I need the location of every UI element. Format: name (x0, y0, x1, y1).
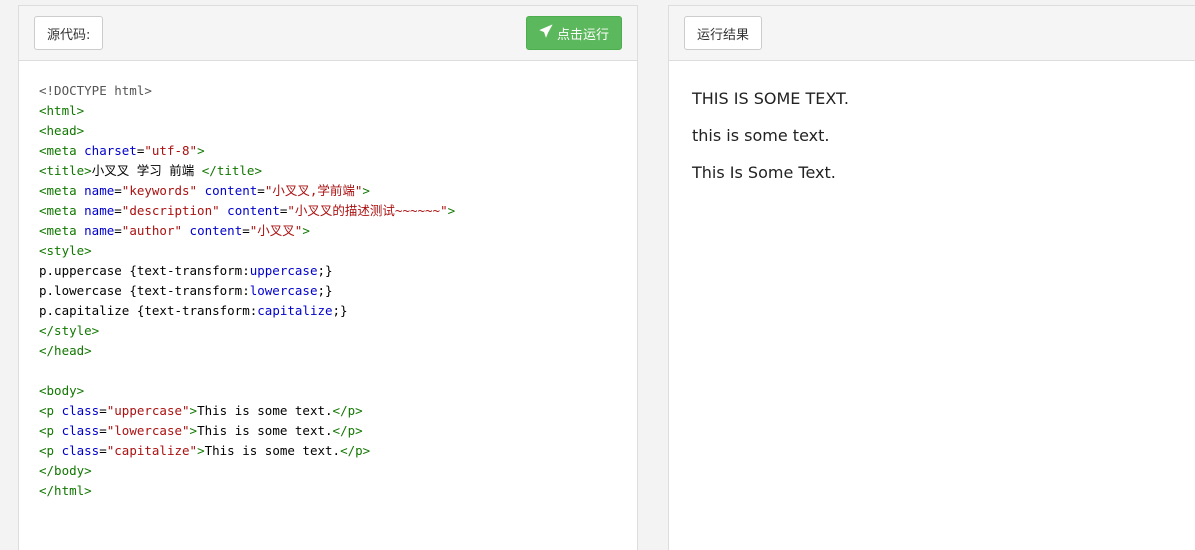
code-attr: name (84, 223, 115, 238)
code-string: "uppercase" (106, 403, 190, 418)
result-capitalize-text: This Is Some Text. (692, 163, 836, 182)
code-selector: p.lowercase (39, 283, 130, 298)
code-tag: <p (39, 423, 62, 438)
code-string: "小叉叉" (249, 223, 303, 238)
code-tag: > (189, 403, 198, 418)
result-panel: 运行结果 THIS IS SOME TEXT. this is some tex… (668, 5, 1195, 550)
code-line: </head> (39, 341, 617, 361)
code-attr: content (227, 203, 280, 218)
code-selector: p.uppercase (39, 263, 130, 278)
code-attr: content (204, 183, 258, 198)
code-tag: <html> (39, 103, 85, 118)
code-tag: <title> (39, 163, 92, 178)
code-tag: </p> (332, 403, 363, 418)
code-tag: </html> (39, 483, 92, 498)
code-tag: > (197, 143, 205, 158)
code-string: "keywords" (121, 183, 198, 198)
code-tag: </head> (39, 343, 92, 358)
code-line: <meta charset="utf-8"> (39, 141, 617, 161)
code-line: <style> (39, 241, 617, 261)
code-line: </style> (39, 321, 617, 341)
code-attr: content (189, 223, 243, 238)
source-code-button[interactable]: 源代码: (34, 16, 104, 50)
code-string: "lowercase" (106, 423, 190, 438)
code-string: "description" (121, 203, 220, 218)
code-line: <head> (39, 121, 617, 141)
code-line: <meta name="keywords" content="小叉叉,学前端"> (39, 183, 370, 198)
result-label-button[interactable]: 运行结果 (684, 16, 763, 50)
code-text: ;} (317, 263, 333, 278)
code-text: {text-transform: (136, 303, 258, 318)
code-attr: class (61, 423, 100, 438)
code-attr: charset (84, 143, 137, 158)
code-line: <!DOCTYPE html> (39, 81, 617, 101)
code-line: <html> (39, 101, 617, 121)
code-text: ;} (332, 303, 348, 318)
code-selector: p.capitalize (39, 303, 137, 318)
code-tag: <meta (39, 143, 85, 158)
code-text: 小叉叉 学习 前端 (91, 163, 202, 178)
code-line: <body> (39, 381, 617, 401)
code-tag: <meta (39, 183, 85, 198)
code-tag: <head> (39, 123, 85, 138)
code-line: <meta name="description" content="小叉叉的描述… (39, 203, 456, 218)
code-string: "utf-8" (144, 143, 198, 158)
code-string: "小叉叉,学前端" (264, 183, 363, 198)
code-line: <p class="lowercase">This is some text.<… (39, 423, 363, 438)
code-string: "author" (121, 223, 183, 238)
code-tag: <p (39, 403, 62, 418)
code-tag: > (302, 223, 310, 238)
code-tag: </title> (201, 163, 262, 178)
code-doctype: <!DOCTYPE html> (39, 83, 152, 98)
code-line: <p class="uppercase">This is some text.<… (39, 403, 363, 418)
code-attr: name (84, 203, 115, 218)
code-text: This is some text. (197, 423, 333, 438)
code-value: uppercase (249, 263, 318, 278)
code-text: {text-transform: (129, 263, 250, 278)
code-line: <meta name="author" content="小叉叉"> (39, 223, 310, 238)
code-editor[interactable]: <!DOCTYPE html> <html> <head> <meta charset… (19, 61, 637, 501)
code-tag: <style> (39, 243, 92, 258)
code-tag: > (362, 183, 370, 198)
code-text: This is some text. (204, 443, 341, 458)
source-panel: 源代码: 点击运行 <!DOCTYPE html> <html> <head> <me… (18, 5, 638, 550)
code-line: <p class="capitalize">This is some text.… (39, 443, 371, 458)
code-attr: name (84, 183, 115, 198)
result-output: THIS IS SOME TEXT. this is some text. Th… (669, 61, 1195, 183)
code-tag: </body> (39, 463, 92, 478)
result-panel-header: 运行结果 (669, 6, 1195, 61)
code-tag: <body> (39, 383, 85, 398)
code-tag: <meta (39, 203, 85, 218)
code-text: ;} (317, 283, 333, 298)
code-tag: </style> (39, 323, 100, 338)
code-line: p.capitalize {text-transform:capitalize;… (39, 301, 617, 321)
paper-plane-icon (539, 24, 553, 42)
code-tag: </p> (340, 443, 371, 458)
code-text: {text-transform: (129, 283, 250, 298)
code-tag: > (197, 443, 205, 458)
code-attr: class (61, 443, 100, 458)
code-line: </html> (39, 481, 617, 501)
code-text: This is some text. (197, 403, 333, 418)
code-line: p.uppercase {text-transform:uppercase;} (39, 261, 617, 281)
result-lowercase-text: this is some text. (692, 126, 830, 145)
code-line: p.lowercase {text-transform:lowercase;} (39, 281, 617, 301)
source-panel-header: 源代码: 点击运行 (19, 6, 637, 61)
run-button-label: 点击运行 (556, 27, 609, 43)
code-tag: <meta (39, 223, 85, 238)
code-value: capitalize (257, 303, 333, 318)
code-value: lowercase (249, 283, 318, 298)
result-uppercase-text: THIS IS SOME TEXT. (692, 89, 849, 108)
code-line: </body> (39, 461, 617, 481)
code-tag: > (447, 203, 456, 218)
code-tag: <p (39, 443, 62, 458)
code-tag: </p> (332, 423, 363, 438)
run-button[interactable]: 点击运行 (525, 16, 622, 50)
code-tag: > (189, 423, 198, 438)
code-line: <title>小叉叉 学习 前端 </title> (39, 161, 617, 181)
code-string: "capitalize" (106, 443, 198, 458)
code-attr: class (61, 403, 100, 418)
code-string: "小叉叉的描述测试~~~~~~" (287, 203, 448, 218)
